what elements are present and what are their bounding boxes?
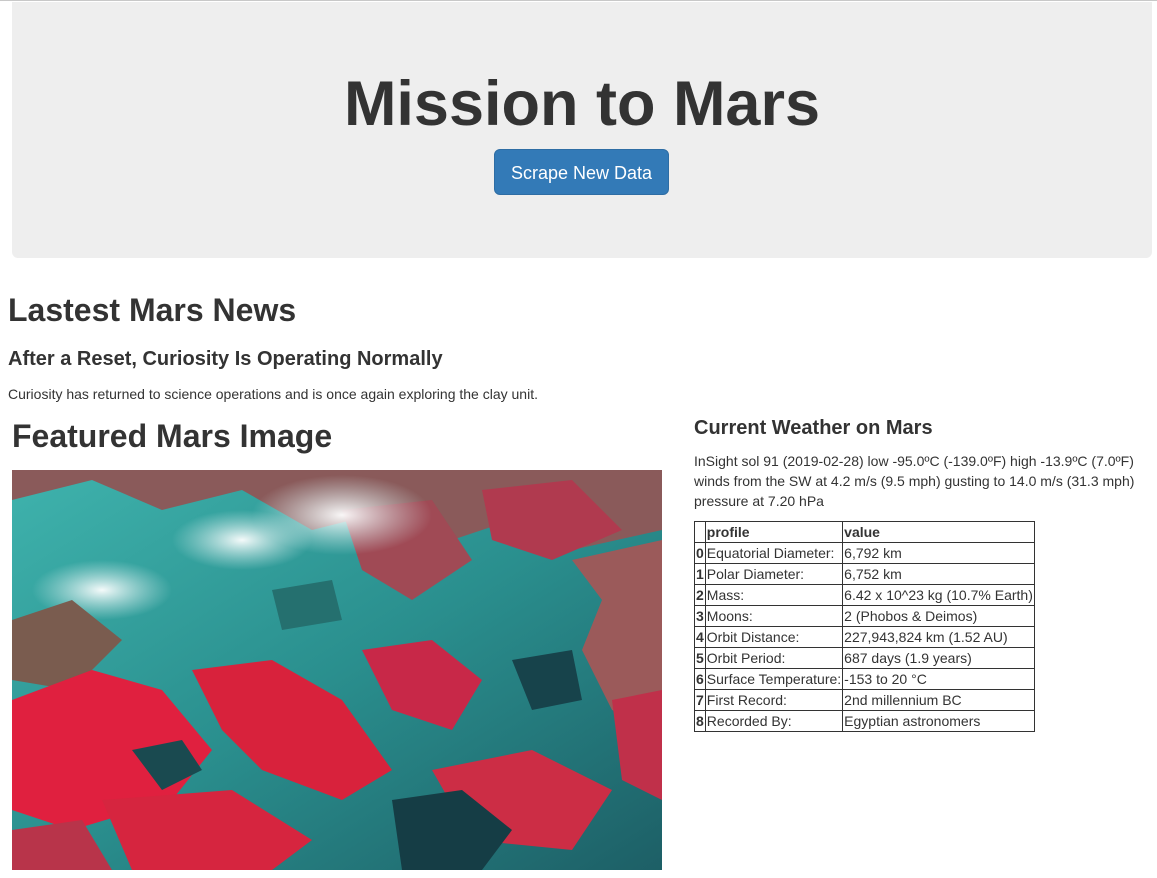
featured-image-heading: Featured Mars Image: [12, 418, 333, 454]
row-index: 2: [694, 584, 706, 606]
row-value: -153 to 20 °C: [842, 668, 1035, 690]
row-index: 0: [694, 542, 706, 564]
row-profile: Moons:: [704, 605, 844, 627]
table-row: 8 Recorded By: Egyptian astronomers: [694, 710, 1035, 732]
table-row: 2 Mass: 6.42 x 10^23 kg (10.7% Earth): [694, 584, 1035, 606]
table-row: 5 Orbit Period: 687 days (1.9 years): [694, 647, 1035, 669]
table-row: 0 Equatorial Diameter: 6,792 km: [694, 542, 1035, 564]
featured-mars-image: [12, 470, 662, 870]
row-profile: Mass:: [704, 584, 844, 606]
row-profile: Equatorial Diameter:: [704, 542, 844, 564]
news-title: After a Reset, Curiosity Is Operating No…: [8, 348, 443, 370]
mars-facts-table: profile value 0 Equatorial Diameter: 6,7…: [694, 521, 1035, 732]
scrape-new-data-button[interactable]: Scrape New Data: [494, 149, 669, 195]
row-value: 2 (Phobos & Deimos): [842, 605, 1035, 627]
column-header-profile: profile: [704, 521, 844, 543]
row-value: 2nd millennium BC: [842, 689, 1035, 711]
row-value: 227,943,824 km (1.52 AU): [842, 626, 1035, 648]
table-row: 7 First Record: 2nd millennium BC: [694, 689, 1035, 711]
top-border: [0, 0, 1157, 1]
row-profile: Polar Diameter:: [704, 563, 844, 585]
weather-heading: Current Weather on Mars: [694, 417, 933, 439]
row-index: 8: [694, 710, 706, 732]
row-profile: Orbit Distance:: [704, 626, 844, 648]
row-value: 6,752 km: [842, 563, 1035, 585]
row-index: 3: [694, 605, 706, 627]
table-row: 1 Polar Diameter: 6,752 km: [694, 563, 1035, 585]
page-title: Mission to Mars: [343, 69, 821, 139]
news-section-heading: Lastest Mars News: [8, 292, 297, 328]
row-profile: Orbit Period:: [704, 647, 844, 669]
news-paragraph: Curiosity has returned to science operat…: [8, 386, 538, 402]
row-value: 6,792 km: [842, 542, 1035, 564]
row-value: Egyptian astronomers: [842, 710, 1035, 732]
table-row: 3 Moons: 2 (Phobos & Deimos): [694, 605, 1035, 627]
row-profile: First Record:: [704, 689, 844, 711]
row-index: 1: [694, 563, 706, 585]
column-header-value: value: [842, 521, 1035, 543]
row-index: 4: [694, 626, 706, 648]
row-index: 7: [694, 689, 706, 711]
column-header-index: [694, 521, 706, 543]
row-index: 5: [694, 647, 706, 669]
row-value: 6.42 x 10^23 kg (10.7% Earth): [842, 584, 1035, 606]
table-row: 4 Orbit Distance: 227,943,824 km (1.52 A…: [694, 626, 1035, 648]
table-row: 6 Surface Temperature: -153 to 20 °C: [694, 668, 1035, 690]
row-index: 6: [694, 668, 706, 690]
row-value: 687 days (1.9 years): [842, 647, 1035, 669]
header-jumbotron: Mission to Mars Scrape New Data: [12, 2, 1152, 258]
weather-text: InSight sol 91 (2019-02-28) low -95.0ºC …: [694, 453, 1135, 509]
table-header-row: profile value: [694, 521, 1035, 543]
row-profile: Recorded By:: [704, 710, 844, 732]
row-profile: Surface Temperature:: [704, 668, 844, 690]
